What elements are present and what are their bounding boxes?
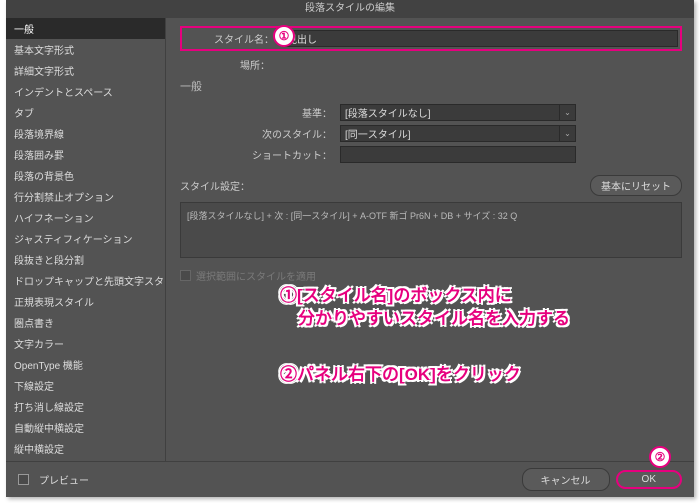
shortcut-input[interactable] [340,146,576,163]
instruction-1b: 分かりやすいスタイル名を入力する [298,304,570,329]
dialog-body: 一般基本文字形式詳細文字形式インデントとスペースタブ段落境界線段落囲み罫段落の背… [6,18,694,461]
sidebar-item[interactable]: 打ち消し線設定 [6,396,165,417]
callout-1-icon: ① [273,25,295,47]
sidebar-item[interactable]: ハイフネーション [6,207,165,228]
sidebar-item[interactable]: 下線設定 [6,375,165,396]
sidebar-item[interactable]: 段落の背景色 [6,165,165,186]
dialog-title: 段落スタイルの編集 [6,0,694,18]
callout-2-icon: ② [649,446,671,468]
style-name-input[interactable] [282,30,678,47]
sidebar-item[interactable]: 行分割禁止オプション [6,186,165,207]
sidebar-item[interactable]: 基本文字形式 [6,39,165,60]
based-on-value: [段落スタイルなし] [345,105,431,120]
sidebar-item[interactable]: OpenType 機能 [6,354,165,375]
cancel-button[interactable]: キャンセル [522,468,610,491]
settings-label: スタイル設定： [180,178,250,193]
sidebar-item[interactable]: 圏点書き [6,312,165,333]
instruction-2: ②パネル右下の[OK]をクリック [280,360,521,385]
preview-label: プレビュー [39,472,89,487]
ok-button[interactable]: OK [616,470,682,489]
sidebar-item[interactable]: 段落囲み罫 [6,144,165,165]
sidebar-item[interactable]: タブ [6,102,165,123]
based-on-row: 基準： [段落スタイルなし] ⌄ [180,104,682,121]
based-on-label: 基準： [180,105,340,120]
sidebar-item[interactable]: 段落境界線 [6,123,165,144]
shortcut-label: ショートカット： [180,147,340,162]
sidebar-item[interactable]: 文字カラー [6,333,165,354]
sidebar-item[interactable]: 正規表現スタイル [6,291,165,312]
sidebar-item[interactable]: インデントとスペース [6,81,165,102]
next-style-select[interactable]: [同一スタイル] [340,125,560,142]
next-style-value: [同一スタイル] [345,126,411,141]
sidebar-item[interactable]: 縦中横設定 [6,438,165,459]
based-on-select[interactable]: [段落スタイルなし] [340,104,560,121]
sidebar-item[interactable]: ジャスティフィケーション [6,228,165,249]
next-style-label: 次のスタイル： [180,126,340,141]
style-summary: [段落スタイルなし] + 次 : [同一スタイル] + A-OTF 新ゴ Pr6… [180,202,682,258]
sidebar-item[interactable]: ドロップキャップと先頭文字スタイル [6,270,165,291]
settings-header: スタイル設定： 基本にリセット [180,175,682,196]
sidebar-item[interactable]: 自動縦中横設定 [6,417,165,438]
location-label: 場所： [180,57,278,72]
dialog-footer: プレビュー キャンセル OK [6,461,694,497]
category-sidebar[interactable]: 一般基本文字形式詳細文字形式インデントとスペースタブ段落境界線段落囲み罫段落の背… [6,18,166,461]
reset-button[interactable]: 基本にリセット [590,175,682,196]
apply-checkbox[interactable] [180,270,191,281]
location-row: 場所： [180,57,682,72]
instruction-1a: ①[スタイル名]のボックス内に [280,281,512,306]
next-style-row: 次のスタイル： [同一スタイル] ⌄ [180,125,682,142]
shortcut-row: ショートカット： [180,146,682,163]
section-title: 一般 [180,78,682,94]
sidebar-item[interactable]: 一般 [6,18,165,39]
sidebar-item[interactable]: 詳細文字形式 [6,60,165,81]
main-panel: スタイル名： 場所： 一般 基準： [段落スタイルなし] ⌄ 次のスタイル： [… [166,18,694,461]
style-name-row: スタイル名： [180,26,682,51]
dialog-window: 段落スタイルの編集 一般基本文字形式詳細文字形式インデントとスペースタブ段落境界… [6,0,694,497]
chevron-down-icon[interactable]: ⌄ [560,104,576,121]
preview-checkbox[interactable] [18,474,29,485]
style-name-label: スタイル名： [184,31,282,46]
sidebar-item[interactable]: 段抜きと段分割 [6,249,165,270]
chevron-down-icon[interactable]: ⌄ [560,125,576,142]
